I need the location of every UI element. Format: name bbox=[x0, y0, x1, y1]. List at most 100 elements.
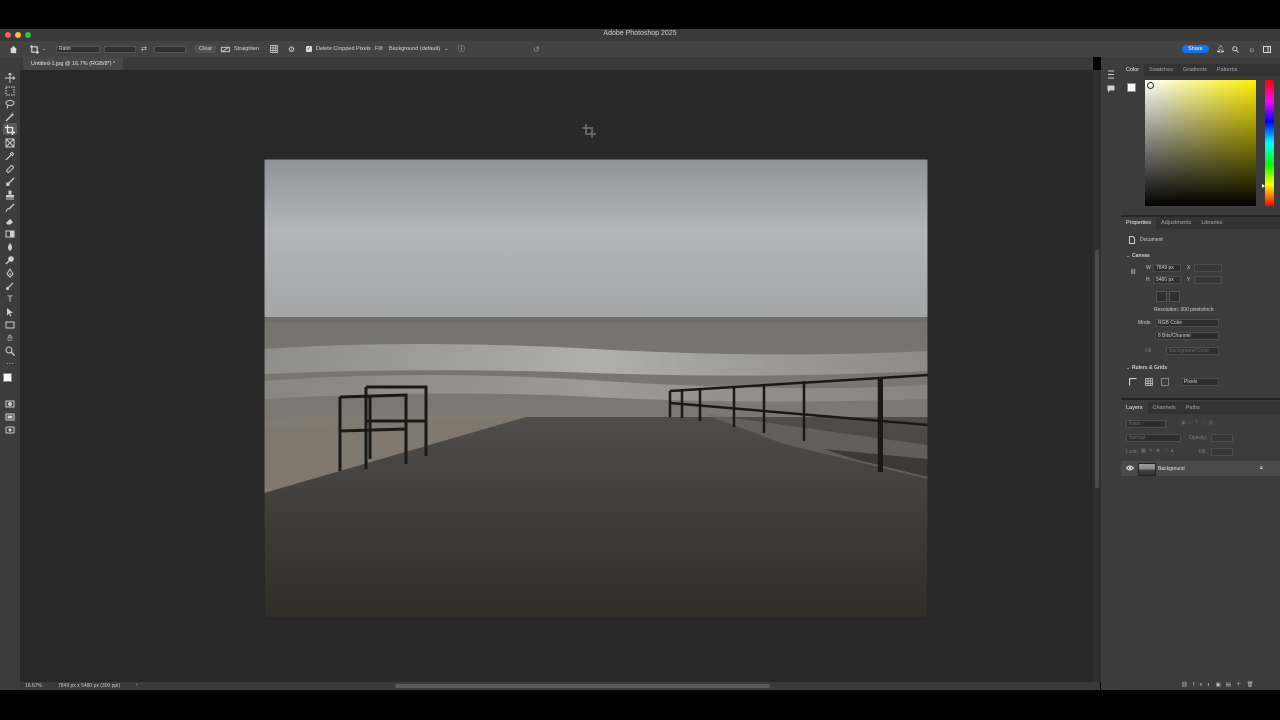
screen-mode-icon[interactable] bbox=[5, 412, 15, 422]
color-field[interactable] bbox=[1145, 80, 1256, 206]
hue-slider-handle[interactable] bbox=[1262, 184, 1265, 188]
layer-filter-icons[interactable]: ▣◐T⬚▤ bbox=[1181, 420, 1216, 426]
dodge-tool-icon[interactable] bbox=[5, 255, 15, 265]
height-input[interactable]: 5480 px bbox=[1153, 276, 1181, 284]
tab-gradients[interactable]: Gradients bbox=[1178, 64, 1212, 76]
ratio-height-input[interactable] bbox=[154, 45, 186, 53]
document-image[interactable] bbox=[264, 159, 928, 618]
healing-brush-tool-icon[interactable] bbox=[5, 164, 15, 174]
tab-libraries[interactable]: Libraries bbox=[1196, 217, 1227, 229]
ratio-dropdown[interactable]: Ratio bbox=[56, 41, 100, 57]
layer-row-background[interactable]: Background 🔒︎ bbox=[1121, 461, 1280, 476]
canvas-section-title[interactable]: Canvas bbox=[1132, 253, 1150, 259]
swap-button[interactable]: ⇄ bbox=[141, 41, 147, 57]
y-input[interactable] bbox=[1194, 276, 1222, 284]
home-button[interactable] bbox=[9, 41, 18, 57]
comments-panel-icon[interactable] bbox=[1107, 85, 1115, 93]
brush-tool-icon[interactable] bbox=[5, 177, 15, 187]
grid-icon[interactable] bbox=[1145, 378, 1153, 386]
tab-properties[interactable]: Properties bbox=[1121, 217, 1157, 229]
crop-tool-preset[interactable]: ⌄ bbox=[30, 41, 46, 57]
edit-toolbar-icon[interactable]: ··· bbox=[5, 359, 15, 369]
rectangle-tool-icon[interactable] bbox=[5, 320, 15, 330]
marquee-tool-icon[interactable] bbox=[5, 86, 15, 96]
layer-name[interactable]: Background bbox=[1158, 466, 1185, 472]
bit-depth-dropdown[interactable]: 8 Bits/Channel bbox=[1155, 332, 1219, 340]
type-tool-icon[interactable]: T bbox=[5, 294, 15, 304]
magic-wand-tool-icon[interactable] bbox=[5, 112, 15, 122]
tab-color[interactable]: Color bbox=[1121, 64, 1145, 76]
share-button[interactable]: Share bbox=[1182, 45, 1209, 53]
eraser-tool-icon[interactable] bbox=[5, 216, 15, 226]
width-input[interactable]: 7849 px bbox=[1153, 264, 1181, 272]
history-panel-icon[interactable] bbox=[1107, 70, 1115, 79]
tab-patterns[interactable]: Patterns bbox=[1212, 64, 1242, 76]
link-icon[interactable]: ⛓︎ bbox=[1130, 269, 1136, 275]
zoom-tool-icon[interactable] bbox=[5, 346, 15, 356]
blur-tool-icon[interactable] bbox=[5, 242, 15, 252]
rulers-grids-section-title[interactable]: Rulers & Grids bbox=[1132, 365, 1167, 371]
grid-overlay-icon bbox=[270, 45, 278, 53]
lock-options-icons[interactable]: ▦✎✥⬚🔒︎ bbox=[1141, 448, 1177, 454]
fill-dropdown[interactable]: Background (default) ⌄ bbox=[389, 41, 449, 57]
tab-layers[interactable]: Layers bbox=[1121, 402, 1148, 414]
quick-mask-icon[interactable] bbox=[5, 399, 15, 409]
lock-label: Lock: bbox=[1126, 449, 1138, 455]
frame-tool-icon[interactable] bbox=[5, 138, 15, 148]
discover-button[interactable]: ☼ bbox=[1248, 41, 1255, 57]
workspace-button[interactable] bbox=[1263, 41, 1271, 57]
gradient-tool-icon[interactable] bbox=[5, 229, 15, 239]
canvas-vertical-scrollbar[interactable] bbox=[1093, 70, 1101, 682]
lasso-tool-icon[interactable] bbox=[5, 99, 15, 109]
pen-tool-icon[interactable] bbox=[5, 268, 15, 278]
color-panel-foreground-swatch[interactable] bbox=[1127, 83, 1136, 92]
layers-footer-icons[interactable]: ⛓︎fx◐▣▤＋🗑︎ bbox=[1181, 680, 1258, 688]
resolution-text: Resolution: 300 pixels/inch bbox=[1154, 307, 1214, 313]
mode-dropdown[interactable]: RGB Color bbox=[1155, 319, 1219, 327]
chevron-down-icon[interactable]: ⌄ bbox=[1126, 253, 1130, 259]
eye-icon[interactable] bbox=[1126, 465, 1134, 471]
landscape-orientation-button[interactable] bbox=[1169, 291, 1180, 302]
path-selection-tool-icon[interactable] bbox=[5, 307, 15, 317]
undo-reset-button[interactable]: ↺ bbox=[533, 41, 540, 57]
clone-stamp-tool-icon[interactable] bbox=[5, 190, 15, 200]
chevron-down-icon[interactable]: ⌄ bbox=[1126, 365, 1130, 371]
generative-fill-icon[interactable] bbox=[5, 425, 15, 435]
foreground-color-swatch[interactable] bbox=[3, 373, 12, 382]
search-button[interactable] bbox=[1232, 41, 1239, 57]
ruler-units-dropdown[interactable]: Pixels bbox=[1181, 378, 1219, 386]
delete-cropped-checkbox[interactable]: ✓ Delete Cropped Pixels bbox=[306, 41, 371, 57]
portrait-orientation-button[interactable] bbox=[1156, 291, 1167, 302]
tab-channels[interactable]: Channels bbox=[1148, 402, 1181, 414]
crop-settings-button[interactable]: ⚙ bbox=[288, 41, 295, 57]
hand-tool-icon[interactable]: ✋︎ bbox=[5, 333, 15, 343]
overlay-options-button[interactable] bbox=[270, 41, 278, 57]
horizontal-scroll-thumb[interactable] bbox=[395, 684, 770, 688]
crop-tool-icon[interactable] bbox=[5, 125, 15, 135]
layer-filter-dropdown[interactable]: Kind bbox=[1126, 420, 1166, 428]
straighten-button[interactable]: Straighten bbox=[221, 41, 259, 57]
guides-icon[interactable] bbox=[1161, 378, 1169, 386]
zoom-level[interactable]: 16.67% bbox=[25, 683, 42, 689]
eyedropper-tool-icon[interactable] bbox=[5, 151, 15, 161]
lock-icon[interactable]: 🔒︎ bbox=[1260, 465, 1263, 471]
tab-swatches[interactable]: Swatches bbox=[1144, 64, 1178, 76]
hue-slider[interactable] bbox=[1262, 80, 1274, 206]
pen-path-tool-icon[interactable] bbox=[5, 281, 15, 291]
document-tab[interactable]: Untitled-1.jpg @ 16.7% (RGB/8*) * bbox=[23, 57, 124, 70]
notifications-button[interactable]: 🔔︎ bbox=[1216, 41, 1225, 57]
ratio-width-input[interactable] bbox=[104, 45, 136, 53]
share-wrap: Share bbox=[1182, 41, 1209, 57]
move-tool-icon[interactable] bbox=[5, 73, 15, 83]
history-brush-tool-icon[interactable] bbox=[5, 203, 15, 213]
color-picker-handle[interactable] bbox=[1147, 82, 1154, 89]
tab-adjustments[interactable]: Adjustments bbox=[1156, 217, 1196, 229]
vertical-scroll-thumb[interactable] bbox=[1095, 250, 1099, 488]
x-input[interactable] bbox=[1194, 264, 1222, 272]
clear-button[interactable]: Clear bbox=[195, 45, 217, 53]
tab-paths[interactable]: Paths bbox=[1181, 402, 1205, 414]
info-button[interactable]: ⓘ bbox=[458, 41, 465, 57]
chevron-right-icon[interactable]: › bbox=[136, 682, 138, 688]
properties-panel-tabs: Properties Adjustments Libraries bbox=[1121, 217, 1280, 229]
ruler-icon[interactable] bbox=[1129, 378, 1137, 386]
